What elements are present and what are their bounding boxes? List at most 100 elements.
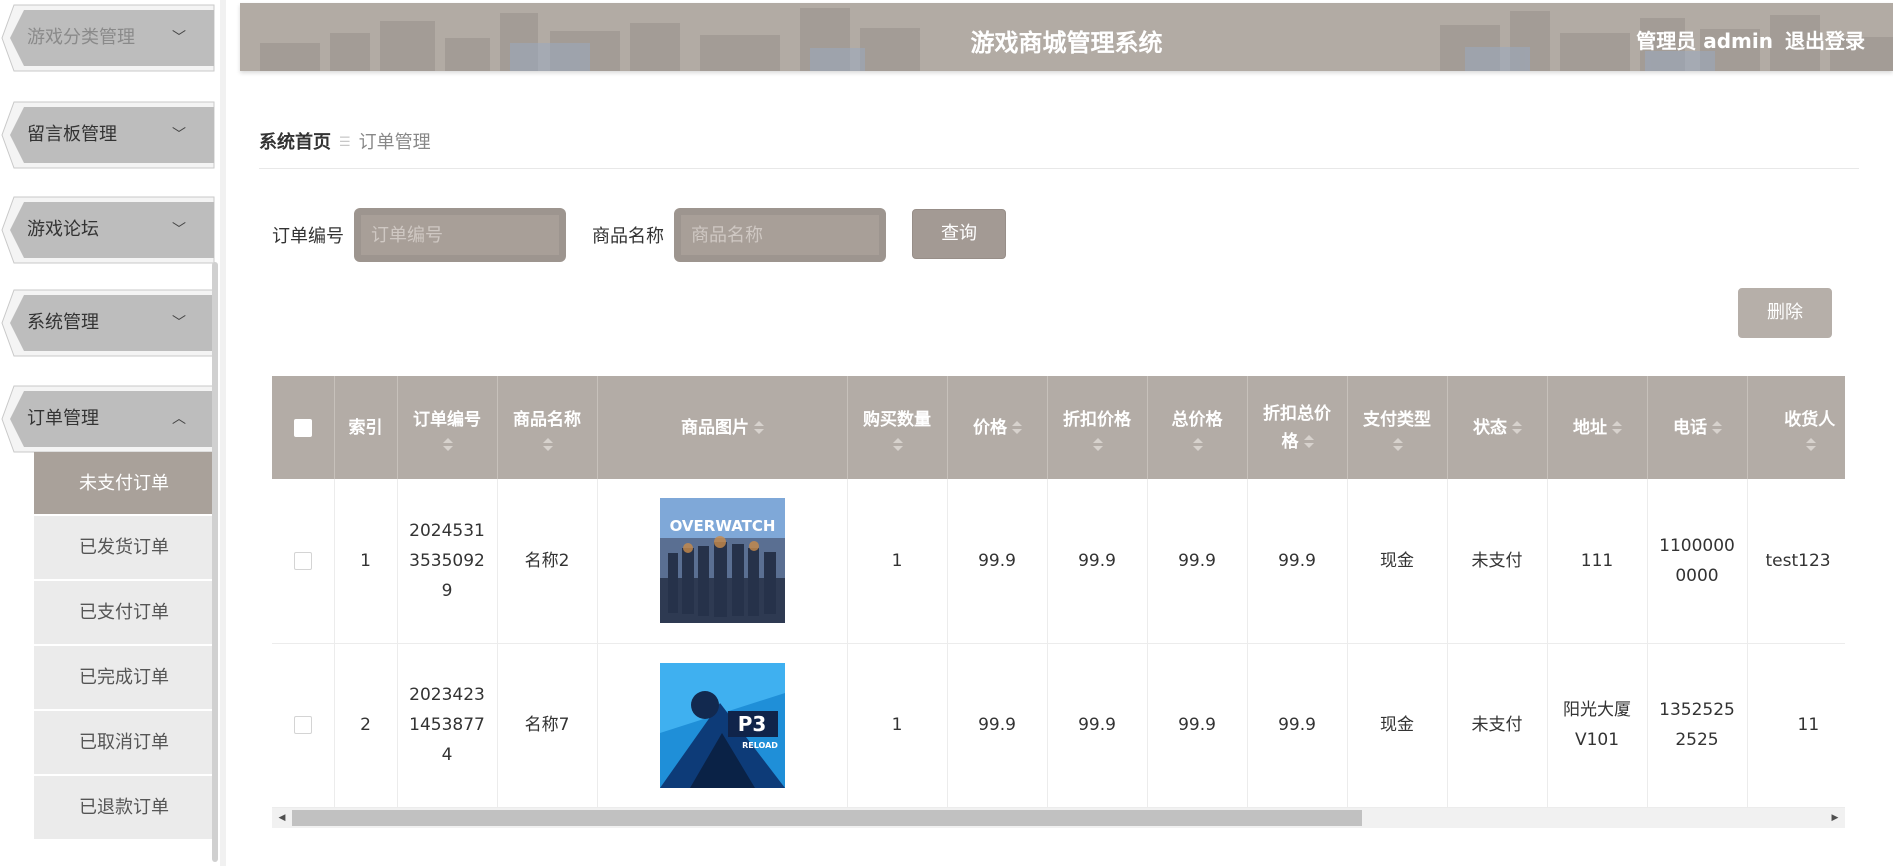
cell-order-no: 2024531 3535092 9: [397, 479, 498, 644]
sort-icon[interactable]: [1611, 420, 1622, 436]
column-header-product-name[interactable]: 商品名称: [497, 376, 598, 479]
cover-title-text: P3: [737, 712, 766, 736]
column-header-label: 支付类型: [1363, 409, 1431, 430]
sort-icon[interactable]: [753, 420, 764, 436]
column-header-total-price[interactable]: 总价格: [1147, 376, 1248, 479]
sort-icon[interactable]: [1511, 420, 1522, 436]
orders-table-wrap: 索引 订单编号 商品名称 商品图片 购买数量 价格 折扣价格 总价格 折扣总价格…: [272, 376, 1845, 808]
column-header-index[interactable]: 索引: [334, 376, 398, 479]
sidebar-item-message-board[interactable]: 留言板管理 ﹀: [0, 100, 216, 170]
overwatch-cover-image[interactable]: OVERWATCH: [659, 498, 785, 624]
cell-discount-total: 99.9: [1247, 643, 1348, 808]
cell-address: 阳光大厦 V101: [1547, 643, 1648, 808]
sidebar-item-orders[interactable]: 订单管理 ︿: [0, 384, 216, 454]
submenu-completed-orders[interactable]: 已完成订单: [34, 646, 214, 709]
query-button[interactable]: 查询: [912, 209, 1006, 259]
chevron-down-icon: ﹀: [172, 127, 186, 143]
sort-icon[interactable]: [1805, 437, 1816, 453]
cell-text: 4: [441, 745, 453, 765]
column-header-label: 总价格: [1171, 409, 1223, 430]
sort-icon[interactable]: [1092, 437, 1103, 453]
sort-icon[interactable]: [542, 437, 553, 453]
cell-text: V101: [1574, 730, 1620, 750]
sidebar-item-system[interactable]: 系统管理 ﹀: [0, 288, 216, 358]
column-header-quantity[interactable]: 购买数量: [847, 376, 948, 479]
breadcrumb-current: 订单管理: [358, 132, 431, 153]
sidebar-item-game-category[interactable]: 游戏分类管理 ﹀: [0, 3, 216, 73]
cover-subtitle-text: RELOAD: [742, 741, 778, 750]
cell-status: 未支付: [1447, 479, 1548, 644]
breadcrumb-home[interactable]: 系统首页: [259, 132, 331, 153]
cell-text: 9: [441, 580, 453, 601]
column-header-status[interactable]: 状态: [1447, 376, 1548, 479]
column-header-label: 商品图片: [681, 417, 749, 438]
cell-text: 阳光大厦: [1563, 700, 1631, 720]
cell-quantity: 1: [847, 479, 948, 644]
cell-status: 未支付: [1447, 643, 1548, 808]
table-horizontal-scrollbar[interactable]: ◀ ▶: [272, 808, 1845, 828]
column-header-label: 电话: [1673, 417, 1707, 438]
cell-index: 2: [334, 643, 398, 808]
column-header-discount-total[interactable]: 折扣总价格: [1247, 376, 1348, 479]
cell-index: 1: [334, 479, 398, 644]
column-header-receiver[interactable]: 收货人: [1747, 376, 1845, 479]
persona3-reload-cover-image[interactable]: P3 RELOAD: [659, 662, 785, 788]
product-name-label: 商品名称: [592, 226, 664, 247]
delete-button[interactable]: 删除: [1738, 288, 1832, 338]
submenu-refunded-orders[interactable]: 已退款订单: [34, 776, 214, 839]
product-name-input[interactable]: [681, 215, 879, 255]
submenu-paid-orders[interactable]: 已支付订单: [34, 581, 214, 644]
sort-icon[interactable]: [892, 437, 903, 453]
cell-receiver: 11: [1747, 643, 1845, 808]
select-all-checkbox[interactable]: [293, 418, 312, 437]
table-row[interactable]: 2 2023423 1453877 4 名称7 P3 RELOAD 1 99.9 9…: [272, 643, 1845, 808]
sidebar-item-game-forum[interactable]: 游戏论坛 ﹀: [0, 195, 216, 265]
column-header-label: 地址: [1573, 417, 1607, 438]
cell-pay-type: 现金: [1347, 643, 1448, 808]
column-header-address[interactable]: 地址: [1547, 376, 1648, 479]
order-no-input[interactable]: [361, 215, 559, 255]
top-header: 游戏商城管理系统 管理员 admin 退出登录: [240, 3, 1893, 71]
cover-title-text: OVERWATCH: [669, 517, 775, 535]
sort-icon[interactable]: [1303, 434, 1314, 450]
sort-icon[interactable]: [1711, 420, 1722, 436]
column-header-price[interactable]: 价格: [947, 376, 1048, 479]
column-header-label: 商品名称: [513, 409, 581, 430]
sort-icon[interactable]: [1392, 437, 1403, 453]
row-checkbox[interactable]: [293, 551, 312, 570]
column-header-phone[interactable]: 电话: [1647, 376, 1748, 479]
sort-icon[interactable]: [1192, 437, 1203, 453]
column-header-label: 索引: [348, 417, 383, 438]
submenu-unpaid-orders[interactable]: 未支付订单: [34, 452, 214, 514]
logout-link[interactable]: 退出登录: [1785, 29, 1865, 53]
cell-phone: 1352525 2525: [1647, 643, 1748, 808]
column-header-order-no[interactable]: 订单编号: [397, 376, 498, 479]
sidebar-item-label: 系统管理: [27, 312, 99, 333]
cell-text: 1352525: [1659, 700, 1735, 720]
scroll-left-icon[interactable]: ◀: [272, 808, 292, 828]
cell-address: 111: [1547, 479, 1648, 644]
column-header-discount-price[interactable]: 折扣价格: [1047, 376, 1148, 479]
order-no-label: 订单编号: [272, 226, 344, 247]
chevron-down-icon: ﹀: [172, 222, 186, 238]
sidebar-item-label: 游戏论坛: [27, 219, 99, 240]
column-header-pay-type[interactable]: 支付类型: [1347, 376, 1448, 479]
cell-product-image: P3 RELOAD: [597, 643, 848, 808]
cell-text: 3535092: [409, 550, 485, 571]
cell-text: 1100000: [1659, 535, 1735, 556]
scroll-right-icon[interactable]: ▶: [1825, 808, 1845, 828]
column-header-label: 价格: [973, 417, 1007, 438]
column-header-product-image[interactable]: 商品图片: [597, 376, 848, 479]
submenu-cancelled-orders[interactable]: 已取消订单: [34, 711, 214, 774]
sidebar-scrollbar[interactable]: [212, 262, 218, 862]
column-header-label: 订单编号: [413, 409, 481, 430]
submenu-shipped-orders[interactable]: 已发货订单: [34, 516, 214, 579]
cell-text: 0000: [1675, 565, 1719, 586]
sidebar-divider: [220, 0, 226, 866]
scrollbar-thumb[interactable]: [292, 810, 1362, 826]
sort-icon[interactable]: [442, 437, 453, 453]
sort-icon[interactable]: [1011, 420, 1022, 436]
row-checkbox[interactable]: [293, 716, 312, 734]
cell-phone: 1100000 0000: [1647, 479, 1748, 644]
table-row[interactable]: 1 2024531 3535092 9 名称2 OVERWATCH 1 99.9 9…: [272, 479, 1845, 644]
